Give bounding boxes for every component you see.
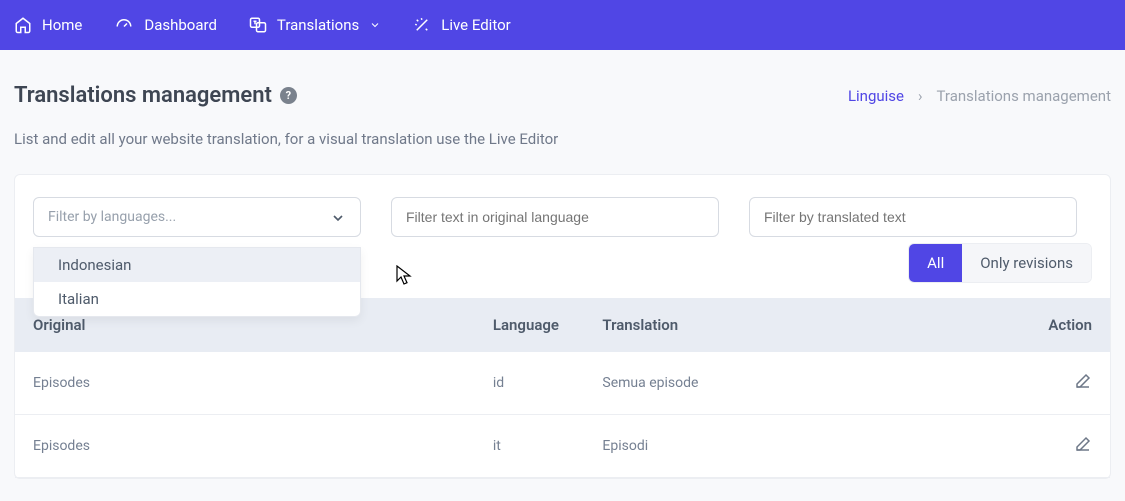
nav-live-editor[interactable]: Live Editor	[413, 16, 510, 34]
th-translation: Translation	[584, 298, 1000, 352]
cursor-icon	[396, 265, 412, 285]
th-action: Action	[1001, 298, 1111, 352]
edit-button[interactable]	[1074, 372, 1092, 394]
wand-icon	[413, 16, 431, 34]
original-text-filter-input[interactable]	[391, 197, 719, 237]
cell-translation: Semua episode	[584, 352, 1000, 415]
chevron-down-icon	[330, 210, 346, 226]
chevron-down-icon	[369, 19, 381, 31]
nav-home[interactable]: Home	[14, 16, 82, 34]
language-filter-select[interactable]: Filter by languages...	[33, 197, 361, 237]
dropdown-item-italian[interactable]: Italian	[34, 282, 360, 316]
language-filter-placeholder: Filter by languages...	[48, 209, 176, 225]
table-row: Episodes it Episodi	[15, 415, 1110, 478]
translations-table: Original Language Translation Action Epi…	[15, 298, 1110, 478]
language-dropdown: Indonesian Italian	[33, 247, 361, 317]
help-icon[interactable]: ?	[280, 87, 297, 104]
revision-toggle: All Only revisions	[908, 243, 1092, 283]
table-row: Episodes id Semua episode	[15, 352, 1110, 415]
dropdown-item-indonesian[interactable]: Indonesian	[34, 248, 360, 282]
cell-original: Episodes	[15, 415, 475, 478]
cell-language: id	[475, 352, 585, 415]
breadcrumb-current: Translations management	[937, 87, 1111, 105]
nav-translations-label: Translations	[277, 16, 359, 34]
page-header: Translations management ? Linguise › Tra…	[0, 50, 1125, 108]
translate-icon	[249, 16, 267, 34]
translated-text-filter-input[interactable]	[749, 197, 1077, 237]
home-icon	[14, 16, 32, 34]
th-language: Language	[475, 298, 585, 352]
edit-icon	[1074, 435, 1092, 453]
edit-button[interactable]	[1074, 435, 1092, 457]
nav-live-editor-label: Live Editor	[441, 16, 510, 34]
page-subtitle: List and edit all your website translati…	[0, 108, 1125, 148]
breadcrumb-link[interactable]: Linguise	[848, 87, 904, 105]
nav-translations[interactable]: Translations	[249, 16, 381, 34]
breadcrumb-separator: ›	[918, 87, 923, 105]
cell-translation: Episodi	[584, 415, 1000, 478]
nav-dashboard-label: Dashboard	[144, 16, 217, 34]
cell-original: Episodes	[15, 352, 475, 415]
toggle-all-button[interactable]: All	[909, 244, 962, 282]
cell-language: it	[475, 415, 585, 478]
gauge-icon	[114, 16, 134, 34]
nav-dashboard[interactable]: Dashboard	[114, 16, 217, 34]
top-nav: Home Dashboard Translations Live Editor	[0, 0, 1125, 50]
toggle-revisions-button[interactable]: Only revisions	[962, 244, 1091, 282]
page-title: Translations management	[14, 83, 272, 108]
nav-home-label: Home	[42, 16, 82, 34]
breadcrumb: Linguise › Translations management	[848, 87, 1111, 105]
edit-icon	[1074, 372, 1092, 390]
filter-panel: Filter by languages... Indonesian Italia…	[14, 174, 1111, 479]
